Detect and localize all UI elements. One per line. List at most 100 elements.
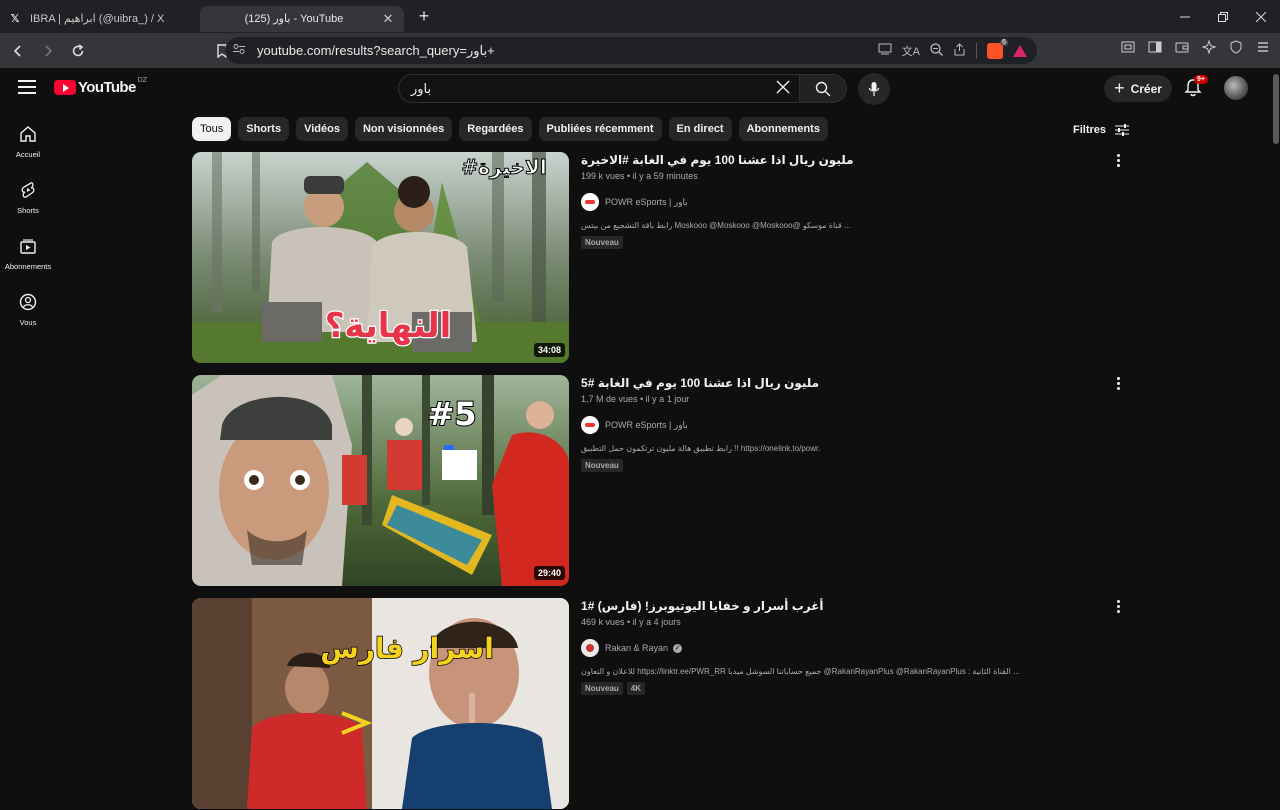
zoom-icon[interactable] [930, 42, 943, 59]
guide-label: Accueil [15, 150, 41, 159]
forward-button[interactable] [36, 39, 60, 63]
video-description: رابط باقة التشجيع من بيتس Moskooo @Mosko… [581, 221, 851, 230]
extension-icon[interactable] [1121, 40, 1135, 57]
search-query[interactable]: باور [411, 81, 767, 97]
address-bar[interactable]: youtube.com/results?search_query=باور+ 文… [225, 37, 1037, 64]
x-logo-icon: 𝕏 [10, 13, 20, 25]
clear-search-icon[interactable] [767, 78, 799, 99]
notification-count-badge: 9+ [1194, 75, 1208, 84]
divider [976, 42, 977, 59]
chip-shorts[interactable]: Shorts [238, 117, 290, 141]
voice-search-button[interactable] [858, 73, 890, 105]
reload-button[interactable] [66, 39, 90, 63]
channel-row[interactable]: POWR eSports | باور [581, 193, 1121, 211]
chip-recently-uploaded[interactable]: Publiées récemment [538, 117, 662, 141]
video-stats: 469 k vues • il y a 4 jours [581, 617, 681, 627]
browser-tab-x[interactable]: 𝕏 IBRA | ابراهيم (@uibra_) / X [0, 6, 200, 32]
search-button[interactable] [799, 74, 847, 103]
chip-all[interactable]: Tous [192, 117, 232, 141]
restore-button[interactable] [1204, 0, 1242, 33]
verified-check-icon: ✓ [673, 643, 683, 653]
channel-avatar[interactable] [581, 193, 599, 211]
filter-sliders-icon [1115, 124, 1130, 136]
hamburger-menu-icon[interactable] [18, 80, 36, 98]
chip-live[interactable]: En direct [668, 117, 732, 141]
thumb-tag-text: #الاخيرة [461, 155, 546, 179]
search-input[interactable]: باور [398, 74, 799, 103]
video-title[interactable]: مليون ريال اذا عشنا 100 يوم في الغابة #5 [581, 375, 1121, 391]
guide-label: Vous [19, 318, 37, 327]
create-label: Créer [1130, 81, 1162, 96]
close-window-button[interactable] [1242, 0, 1280, 33]
channel-avatar[interactable] [581, 639, 599, 657]
menu-icon[interactable] [1256, 40, 1270, 57]
subscriptions-icon [18, 236, 38, 256]
window-controls [1166, 0, 1280, 33]
cast-icon[interactable] [878, 43, 892, 58]
thumb-tag-text: #5 [427, 395, 476, 433]
chip-subscriptions[interactable]: Abonnements [738, 117, 828, 141]
close-tab-button[interactable]: ✕ [380, 11, 396, 27]
channel-avatar[interactable] [581, 416, 599, 434]
browser-toolbar: youtube.com/results?search_query=باور+ 文… [0, 33, 1280, 68]
brave-rewards-icon[interactable] [1013, 44, 1027, 57]
guide-item-home[interactable]: Accueil [0, 116, 56, 172]
share-icon[interactable] [953, 42, 966, 59]
channel-row[interactable]: Rakan & Rayan ✓ [581, 639, 1121, 657]
wallet-icon[interactable] [1175, 40, 1189, 57]
video-title[interactable]: أغرب أسرار و خفايا اليوتيوبرز! (فارس) #1 [581, 598, 1121, 614]
channel-name[interactable]: POWR eSports | باور [605, 420, 688, 431]
video-duration: 34:08 [533, 343, 565, 357]
channel-row[interactable]: POWR eSports | باور [581, 416, 1121, 434]
minimize-button[interactable] [1166, 0, 1204, 33]
leo-ai-icon[interactable] [1201, 39, 1217, 57]
new-tab-button[interactable]: + [410, 6, 438, 27]
notifications-button[interactable]: 9+ [1184, 75, 1208, 100]
more-actions-icon[interactable] [1114, 154, 1122, 167]
youtube-page: YouTube DZ باور + Créer 9+ Accueil Short… [0, 68, 1280, 809]
more-actions-icon[interactable] [1114, 377, 1122, 390]
plus-icon: + [1114, 78, 1125, 98]
chip-videos[interactable]: Vidéos [296, 117, 348, 141]
video-title[interactable]: مليون ريال اذا عشنا 100 يوم في الغابة #ا… [581, 152, 1121, 168]
translate-icon[interactable]: 文A [902, 43, 920, 59]
mini-guide: Accueil Shorts Abonnements Vous [0, 116, 56, 340]
youtube-logo[interactable]: YouTube DZ [54, 77, 147, 96]
back-button[interactable] [6, 39, 30, 63]
brave-shields-icon[interactable]: 6 [987, 38, 1008, 59]
video-thumbnail[interactable]: اسرار فارس [192, 598, 569, 809]
channel-name[interactable]: Rakan & Rayan [605, 643, 668, 653]
channel-name[interactable]: POWR eSports | باور [605, 197, 688, 208]
shorts-icon [18, 180, 38, 200]
video-description: للاعلان و التعاون https://linktr.ee/PWR_… [581, 667, 1020, 676]
url-text[interactable]: youtube.com/results?search_query=باور+ [257, 43, 878, 59]
video-thumbnail[interactable]: #الاخيرة النهاية؟ 34:08 [192, 152, 569, 363]
chip-watched[interactable]: Regardées [459, 117, 532, 141]
tab-title: (125) باور - YouTube [244, 13, 344, 25]
masthead: YouTube DZ باور + Créer 9+ [0, 68, 1272, 108]
chip-unwatched[interactable]: Non visionnées [354, 117, 453, 141]
home-icon [18, 124, 38, 144]
microphone-icon [868, 82, 880, 96]
vpn-shield-icon[interactable] [1229, 40, 1243, 57]
video-meta: مليون ريال اذا عشنا 100 يوم في الغابة #5… [581, 375, 1121, 472]
video-result[interactable]: اسرار فارس أغرب أسرار و خفايا اليوتيوبرز… [192, 598, 1132, 810]
more-actions-icon[interactable] [1114, 600, 1122, 613]
browser-tab-youtube[interactable]: (125) باور - YouTube ✕ [200, 5, 404, 85]
filters-button[interactable]: Filtres [1073, 123, 1130, 137]
guide-item-subscriptions[interactable]: Abonnements [0, 228, 56, 284]
page-scrollbar[interactable] [1272, 68, 1280, 720]
guide-item-shorts[interactable]: Shorts [0, 172, 56, 228]
create-button[interactable]: + Créer [1104, 75, 1172, 102]
scrollbar-thumb[interactable] [1273, 74, 1279, 144]
video-meta: مليون ريال اذا عشنا 100 يوم في الغابة #ا… [581, 152, 1121, 249]
video-result[interactable]: #5 29:40 مليون ريال اذا عشنا 100 يوم في … [192, 375, 1132, 587]
video-result[interactable]: #الاخيرة النهاية؟ 34:08 مليون ريال اذا ع… [192, 152, 1132, 364]
badge-new: Nouveau [581, 459, 623, 472]
site-info-icon[interactable] [233, 43, 245, 58]
guide-item-you[interactable]: Vous [0, 284, 56, 340]
sidebar-icon[interactable] [1148, 40, 1162, 57]
account-avatar[interactable] [1224, 76, 1248, 100]
filters-label: Filtres [1073, 124, 1107, 136]
video-thumbnail[interactable]: #5 29:40 [192, 375, 569, 586]
